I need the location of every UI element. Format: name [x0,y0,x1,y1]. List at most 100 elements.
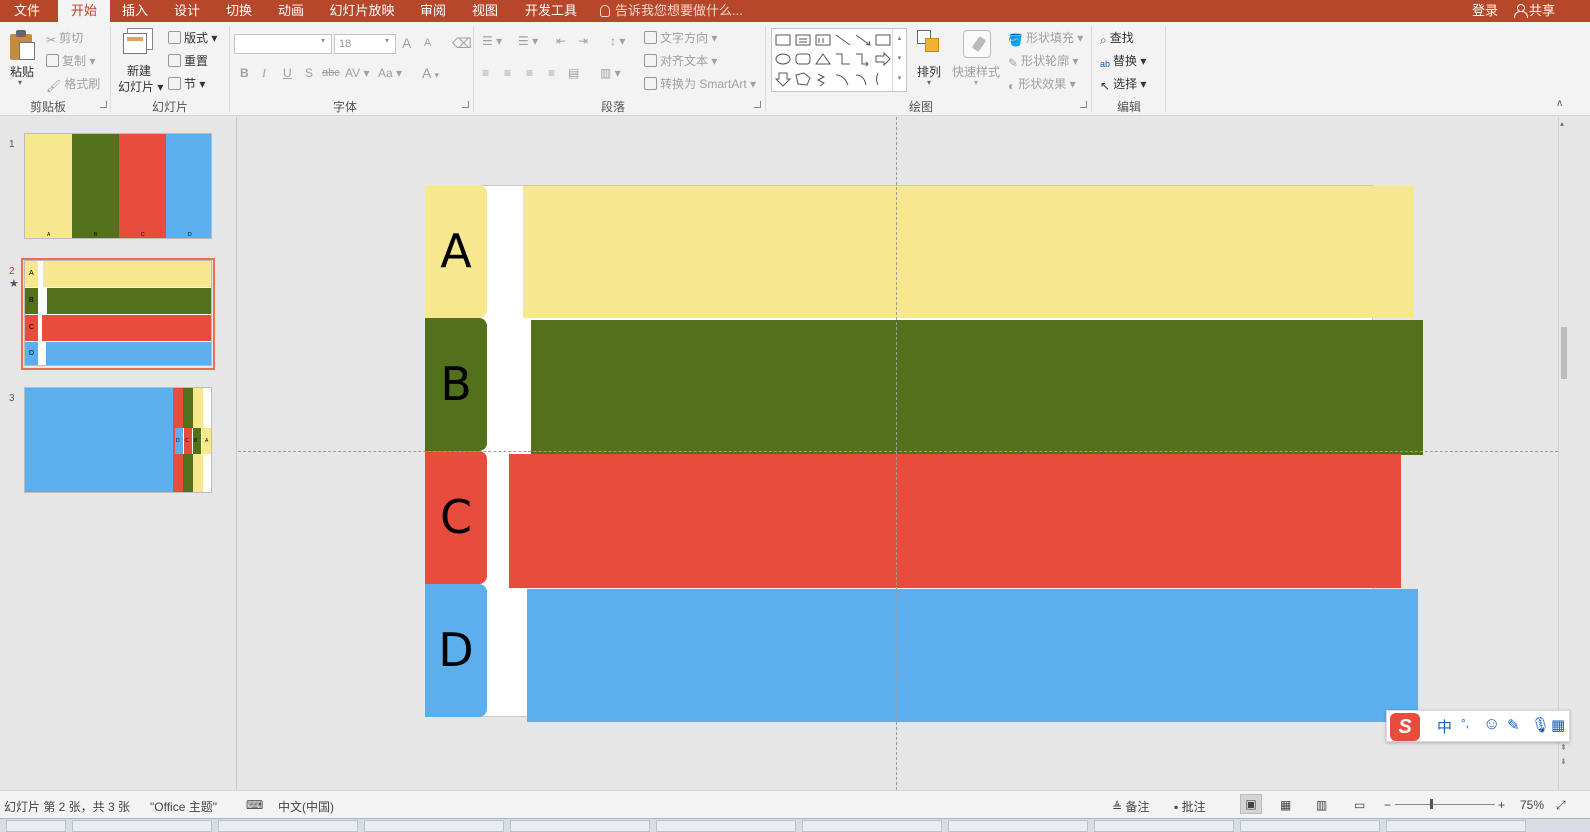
comments-button[interactable]: ▪ 批注 [1174,798,1206,815]
tab-shape-d[interactable]: D [425,584,487,717]
font-size-dropdown-arrow[interactable]: ▾ [385,36,389,45]
align-center-button[interactable]: ≡ [504,66,511,80]
italic-button[interactable]: I [262,66,266,81]
quick-styles-dropdown-arrow[interactable]: ▾ [974,78,978,87]
taskbar-item[interactable] [6,820,66,832]
taskbar-item[interactable] [656,820,796,832]
font-name-dropdown-arrow[interactable]: ▾ [321,36,325,45]
tab-developer[interactable]: 开发工具 [514,0,588,22]
tab-shape-b[interactable]: B [425,318,487,451]
numbering-button[interactable]: ☰ ▾ [518,34,538,48]
font-name-input[interactable] [234,34,332,54]
ime-handwrite-icon[interactable]: ✎ [1507,716,1520,734]
taskbar-item[interactable] [218,820,358,832]
underline-button[interactable]: U [283,66,292,80]
tab-insert[interactable]: 插入 [112,0,158,22]
tab-shape-a[interactable]: A [425,185,487,318]
taskbar-item[interactable] [1386,820,1526,832]
login-link[interactable]: 登录 [1472,0,1498,22]
slideshow-button[interactable]: ▭ [1354,798,1365,812]
char-spacing-button[interactable]: AV ▾ [345,66,369,80]
shrink-font-button[interactable]: A [424,37,431,49]
shape-effects-button[interactable]: ◐ 形状效果 ▾ [1008,75,1076,93]
taskbar-item[interactable] [948,820,1088,832]
new-slide-icon[interactable] [123,28,155,56]
align-text-button[interactable]: 对齐文本 ▾ [644,52,717,69]
columns-button[interactable]: ▥ ▾ [600,66,621,80]
zoom-slider[interactable] [1395,804,1495,805]
quick-styles-icon[interactable] [963,30,991,58]
ime-logo-icon[interactable]: S [1390,713,1420,741]
section-button[interactable]: 节 ▾ [168,75,205,92]
fit-to-window-icon[interactable]: ⤢ [1556,798,1566,813]
tell-me-box[interactable]: 告诉我您想要做什么... [600,0,743,22]
tab-shape-c[interactable]: C [425,451,487,584]
tab-slideshow[interactable]: 幻灯片放映 [322,0,402,22]
slide-thumbnail-3[interactable]: D C B A [24,387,212,493]
notes-button[interactable]: ≜ 备注 [1112,798,1149,815]
justify-button[interactable]: ≡ [548,66,555,80]
tab-view[interactable]: 视图 [462,0,508,22]
font-color-button[interactable]: A ▾ [422,65,439,81]
decrease-indent-button[interactable]: ⇤ [556,34,566,48]
paste-icon[interactable] [10,30,36,60]
bar-a[interactable] [523,186,1414,318]
shapes-gallery[interactable]: ▴ ▾ ▾ [771,28,907,92]
share-button[interactable]: 共享 [1514,0,1555,22]
distributed-button[interactable]: ▤ [568,66,579,80]
taskbar-item[interactable] [1240,820,1380,832]
clipboard-dialog-launcher[interactable] [100,101,107,108]
gallery-scroll[interactable]: ▴ ▾ ▾ [892,29,906,91]
find-button[interactable]: ⌕ 查找 [1100,29,1134,48]
new-slide-dropdown[interactable]: 幻灯片 ▾ [118,78,163,95]
grow-font-button[interactable]: A [402,35,411,51]
vertical-smart-guide[interactable] [896,117,897,790]
reading-view-button[interactable]: ▥ [1316,798,1327,812]
zoom-level[interactable]: 75% [1520,798,1544,812]
ime-menu-icon[interactable]: ▦ [1551,716,1565,734]
shadow-button[interactable]: S [305,66,313,80]
scroll-up-icon[interactable]: ▴ [1560,119,1564,128]
vertical-scrollbar[interactable]: ▴ ⇞ ⇟ [1558,117,1570,790]
strikethrough-button[interactable]: abc [322,67,340,79]
select-button[interactable]: ↖ 选择 ▾ [1100,75,1146,93]
format-painter-button[interactable]: 🖌 格式刷 [46,75,100,93]
paste-dropdown-arrow[interactable]: ▾ [18,78,22,87]
collapse-ribbon-icon[interactable]: ∧ [1556,98,1563,109]
ime-microphone-icon[interactable]: 🎙 [1531,716,1550,734]
line-spacing-button[interactable]: ↕ ▾ [610,34,625,48]
next-slide-icon[interactable]: ⇟ [1560,757,1567,766]
align-left-button[interactable]: ≡ [482,66,489,80]
prev-slide-icon[interactable]: ⇞ [1560,743,1567,752]
tab-design[interactable]: 设计 [164,0,210,22]
change-case-button[interactable]: Aa ▾ [378,66,402,80]
increase-indent-button[interactable]: ⇥ [578,34,588,48]
normal-view-button[interactable]: ▣ [1240,794,1262,814]
slide-sorter-button[interactable]: ▦ [1280,798,1291,812]
bullets-button[interactable]: ☰ ▾ [482,34,502,48]
ime-punctuation-toggle[interactable]: °, [1461,716,1469,730]
tab-animations[interactable]: 动画 [268,0,314,22]
shape-fill-button[interactable]: 🪣 形状填充 ▾ [1008,29,1083,47]
tab-file[interactable]: 文件 [0,0,54,22]
align-right-button[interactable]: ≡ [526,66,533,80]
zoom-out-button[interactable]: − [1384,798,1391,812]
text-direction-button[interactable]: 文字方向 ▾ [644,29,717,46]
bar-d[interactable] [527,589,1418,722]
taskbar-item[interactable] [364,820,504,832]
taskbar-item[interactable] [72,820,212,832]
slide-editing-canvas[interactable]: A B C D [238,117,1558,790]
drawing-dialog-launcher[interactable] [1080,101,1087,108]
scrollbar-thumb[interactable] [1561,327,1567,379]
horizontal-smart-guide[interactable] [238,451,1558,452]
bold-button[interactable]: B [240,66,249,80]
font-dialog-launcher[interactable] [462,101,469,108]
taskbar-item[interactable] [510,820,650,832]
tab-transitions[interactable]: 切换 [216,0,262,22]
taskbar-item[interactable] [802,820,942,832]
clear-format-icon[interactable]: ⌫ [452,35,472,52]
slide-thumbnail-2[interactable]: A B C D [24,260,212,366]
shape-outline-button[interactable]: ✎ 形状轮廓 ▾ [1008,52,1078,70]
bar-c[interactable] [509,454,1401,588]
layout-button[interactable]: 版式 ▾ [168,29,217,46]
